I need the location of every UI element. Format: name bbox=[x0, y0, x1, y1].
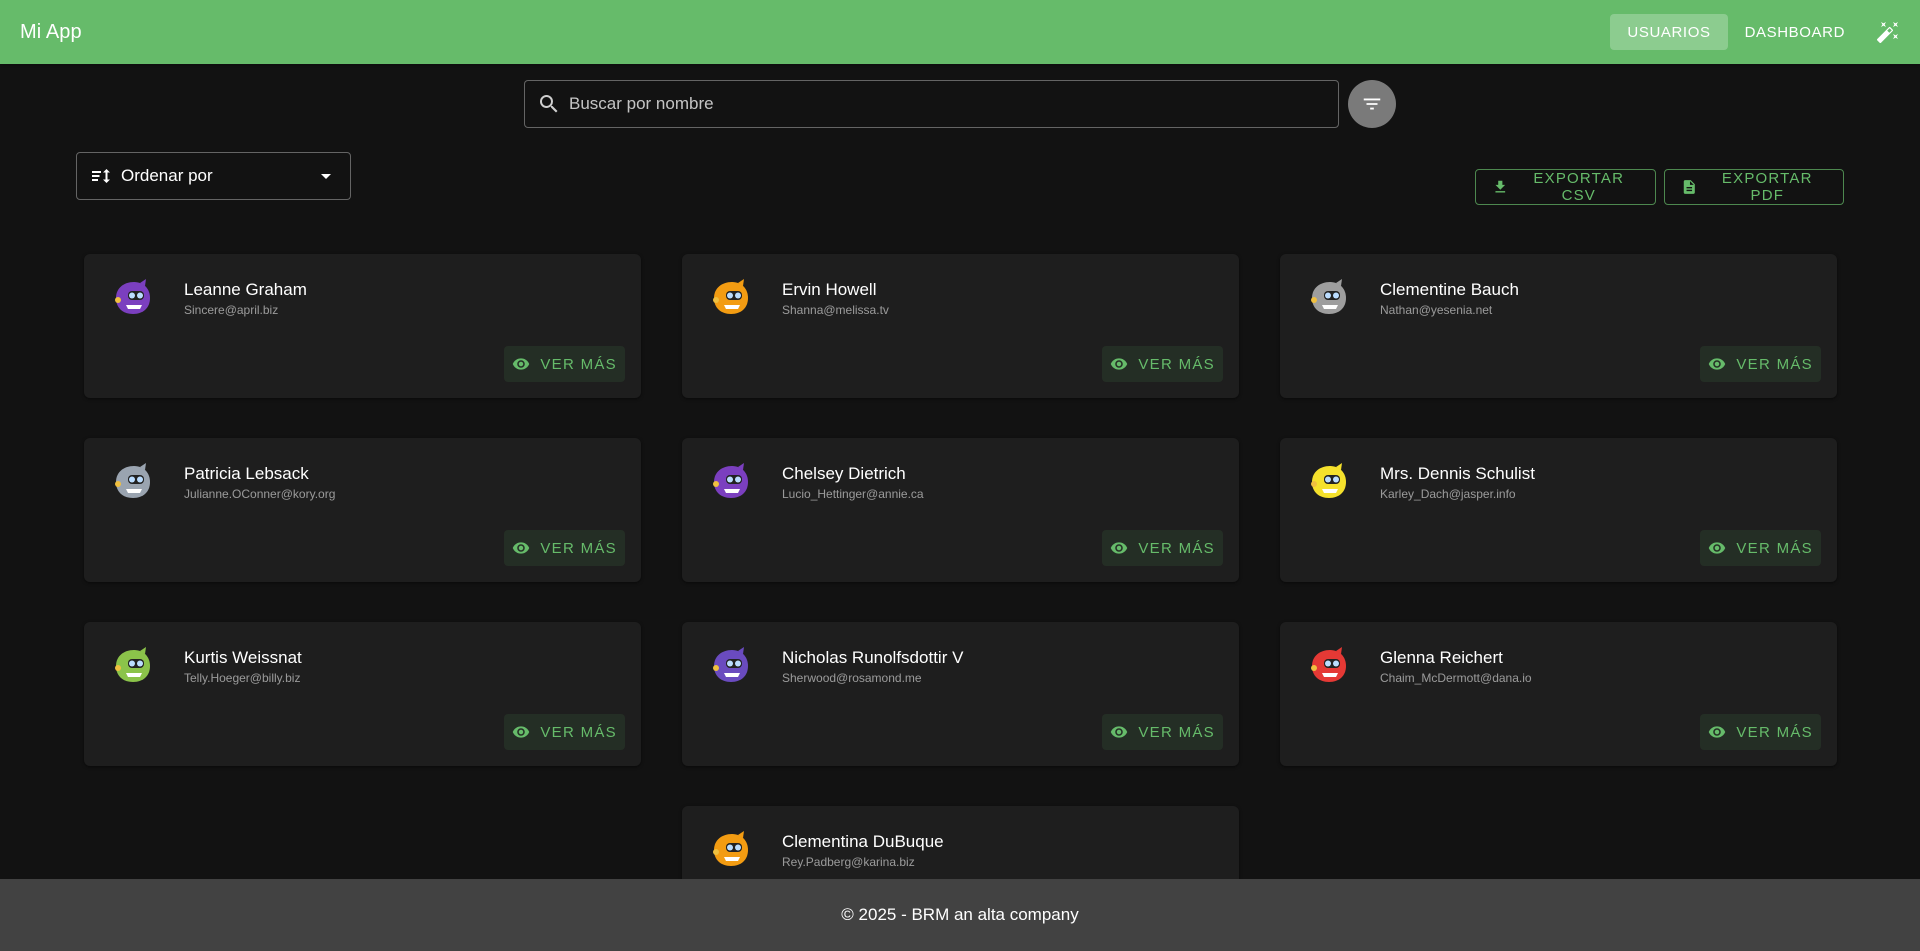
robot-avatar-icon bbox=[1311, 647, 1346, 682]
robot-avatar-icon bbox=[713, 831, 748, 866]
export-pdf-button[interactable]: EXPORTAR PDF bbox=[1664, 169, 1844, 205]
user-email: Karley_Dach@jasper.info bbox=[1380, 487, 1516, 501]
robot-avatar-icon bbox=[713, 647, 748, 682]
ver-mas-label: VER MÁS bbox=[540, 355, 617, 373]
eye-icon bbox=[1709, 358, 1726, 370]
user-email: Rey.Padberg@karina.biz bbox=[782, 855, 915, 869]
user-email: Sherwood@rosamond.me bbox=[782, 671, 922, 685]
user-name: Clementine Bauch bbox=[1380, 280, 1519, 299]
footer-text: © 2025 - BRM an alta company bbox=[841, 905, 1079, 924]
ver-mas-button[interactable]: VER MÁS bbox=[504, 530, 625, 566]
eye-icon bbox=[1709, 726, 1726, 738]
user-name: Ervin Howell bbox=[782, 280, 877, 299]
user-card: Ervin Howell Shanna@melissa.tv VER MÁS bbox=[682, 254, 1239, 398]
robot-avatar-icon bbox=[713, 463, 748, 498]
eye-icon bbox=[1111, 542, 1128, 554]
user-card: Kurtis Weissnat Telly.Hoeger@billy.biz VER… bbox=[84, 622, 641, 766]
eye-icon bbox=[513, 726, 530, 738]
robot-avatar-icon bbox=[115, 279, 150, 314]
user-email: Chaim_McDermott@dana.io bbox=[1380, 671, 1532, 685]
sort-label: Ordenar por bbox=[121, 166, 213, 185]
user-card: Glenna Reichert Chaim_McDermott@dana.io VE… bbox=[1280, 622, 1837, 766]
ver-mas-label: VER MÁS bbox=[1736, 355, 1813, 373]
user-email: Nathan@yesenia.net bbox=[1380, 303, 1493, 317]
eye-icon bbox=[513, 358, 530, 370]
user-card: Chelsey Dietrich Lucio_Hettinger@annie.ca… bbox=[682, 438, 1239, 582]
arrow-drop-down-icon bbox=[321, 174, 331, 179]
export-pdf-label: EXPORTAR PDF bbox=[1721, 170, 1813, 204]
user-card: Clementine Bauch Nathan@yesenia.net VER MÁ… bbox=[1280, 254, 1837, 398]
eye-icon bbox=[1111, 726, 1128, 738]
search-field bbox=[524, 80, 1339, 128]
eye-icon bbox=[1709, 542, 1726, 554]
filter-list-icon bbox=[1363, 98, 1381, 110]
sort-select[interactable]: Ordenar por bbox=[76, 152, 351, 200]
download-icon bbox=[1495, 180, 1506, 193]
ver-mas-button[interactable]: VER MÁS bbox=[1102, 530, 1223, 566]
app-title: Mi App bbox=[20, 20, 82, 43]
sort-icon bbox=[92, 169, 110, 183]
user-name: Kurtis Weissnat bbox=[184, 648, 302, 667]
ver-mas-button[interactable]: VER MÁS bbox=[504, 714, 625, 750]
ver-mas-label: VER MÁS bbox=[1138, 539, 1215, 557]
ver-mas-label: VER MÁS bbox=[1138, 723, 1215, 741]
user-email: Julianne.OConner@kory.org bbox=[184, 487, 336, 501]
user-name: Nicholas Runolfsdottir V bbox=[782, 648, 964, 667]
footer: © 2025 - BRM an alta company bbox=[0, 879, 1920, 951]
users-grid: Leanne Graham Sincere@april.biz VER MÁS Erv… bbox=[84, 254, 1837, 950]
user-email: Telly.Hoeger@billy.biz bbox=[184, 671, 301, 685]
ver-mas-label: VER MÁS bbox=[540, 539, 617, 557]
robot-avatar-icon bbox=[1311, 463, 1346, 498]
ver-mas-button[interactable]: VER MÁS bbox=[1700, 530, 1821, 566]
file-icon bbox=[1683, 180, 1695, 194]
user-email: Sincere@april.biz bbox=[184, 303, 279, 317]
eye-icon bbox=[1111, 358, 1128, 370]
app-bar: Mi App USUARIOS DASHBOARD bbox=[0, 0, 1920, 64]
brightness-toggle-icon bbox=[1876, 22, 1898, 44]
user-name: Patricia Lebsack bbox=[184, 464, 309, 483]
user-name: Clementina DuBuque bbox=[782, 832, 944, 851]
nav-usuarios-button[interactable]: USUARIOS bbox=[1610, 14, 1728, 50]
ver-mas-label: VER MÁS bbox=[1138, 355, 1215, 373]
user-name: Chelsey Dietrich bbox=[782, 464, 906, 483]
user-card: Nicholas Runolfsdottir V Sherwood@rosamon… bbox=[682, 622, 1239, 766]
search-input[interactable] bbox=[569, 94, 1326, 114]
user-email: Shanna@melissa.tv bbox=[782, 303, 889, 317]
robot-avatar-icon bbox=[1311, 279, 1346, 314]
ver-mas-button[interactable]: VER MÁS bbox=[1102, 714, 1223, 750]
user-name: Glenna Reichert bbox=[1380, 648, 1503, 667]
ver-mas-button[interactable]: VER MÁS bbox=[504, 346, 625, 382]
export-csv-label: EXPORTAR CSV bbox=[1533, 170, 1625, 204]
nav-dashboard-button[interactable]: DASHBOARD bbox=[1728, 14, 1862, 50]
ver-mas-label: VER MÁS bbox=[540, 723, 617, 741]
user-name: Mrs. Dennis Schulist bbox=[1380, 464, 1535, 483]
ver-mas-button[interactable]: VER MÁS bbox=[1102, 346, 1223, 382]
theme-toggle-button[interactable] bbox=[1868, 12, 1908, 52]
user-card: Leanne Graham Sincere@april.biz VER MÁS bbox=[84, 254, 641, 398]
ver-mas-button[interactable]: VER MÁS bbox=[1700, 346, 1821, 382]
eye-icon bbox=[513, 542, 530, 554]
search-icon bbox=[540, 95, 558, 113]
ver-mas-button[interactable]: VER MÁS bbox=[1700, 714, 1821, 750]
user-name: Leanne Graham bbox=[184, 280, 307, 299]
filter-button[interactable] bbox=[1348, 80, 1396, 128]
user-card: Patricia Lebsack Julianne.OConner@kory.or… bbox=[84, 438, 641, 582]
user-card: Mrs. Dennis Schulist Karley_Dach@jasper.i… bbox=[1280, 438, 1837, 582]
robot-avatar-icon bbox=[115, 463, 150, 498]
ver-mas-label: VER MÁS bbox=[1736, 723, 1813, 741]
export-csv-button[interactable]: EXPORTAR CSV bbox=[1475, 169, 1656, 205]
robot-avatar-icon bbox=[713, 279, 748, 314]
robot-avatar-icon bbox=[115, 647, 150, 682]
ver-mas-label: VER MÁS bbox=[1736, 539, 1813, 557]
user-email: Lucio_Hettinger@annie.ca bbox=[782, 487, 924, 501]
